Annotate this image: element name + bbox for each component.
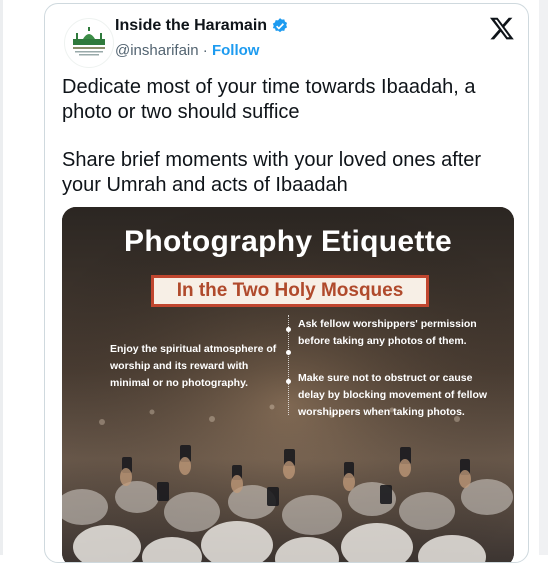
- tip-right-2: Make sure not to obstruct or cause delay…: [298, 372, 488, 418]
- follow-button[interactable]: Follow: [212, 42, 260, 59]
- account-name[interactable]: Inside the Haramain: [115, 17, 267, 35]
- account-handle[interactable]: @insharifain: [115, 42, 199, 59]
- page-scrollbar-track[interactable]: [539, 0, 548, 555]
- infographic-subtitle: In the Two Holy Mosques: [151, 275, 429, 307]
- x-logo-icon[interactable]: [489, 15, 515, 41]
- tip-right-1: Ask fellow worshippers' permission befor…: [298, 318, 477, 347]
- tweet-paragraph-1: Dedicate most of your time towards Ibaad…: [62, 76, 476, 123]
- haramain-logo-icon: [73, 27, 105, 56]
- account-name-row: Inside the Haramain: [115, 17, 289, 35]
- avatar[interactable]: [64, 18, 114, 68]
- tweet-card[interactable]: Inside the Haramain @insharifain · Follo…: [44, 3, 529, 563]
- handle-row: @insharifain · Follow: [115, 42, 259, 59]
- infographic-title: Photography Etiquette: [124, 225, 452, 258]
- verified-badge-icon: [272, 18, 288, 33]
- tip-left: Enjoy the spiritual atmosphere of worshi…: [110, 343, 277, 389]
- tweet-paragraph-2: Share brief moments with your loved ones…: [62, 149, 482, 196]
- separator-dot: ·: [202, 42, 208, 59]
- page-left-edge: [0, 0, 3, 555]
- tip-bullet-1: [286, 327, 291, 332]
- tweet-text: Dedicate most of your time towards Ibaad…: [62, 75, 512, 198]
- tweet-media-image[interactable]: Photography Etiquette In the Two Holy Mo…: [62, 207, 514, 562]
